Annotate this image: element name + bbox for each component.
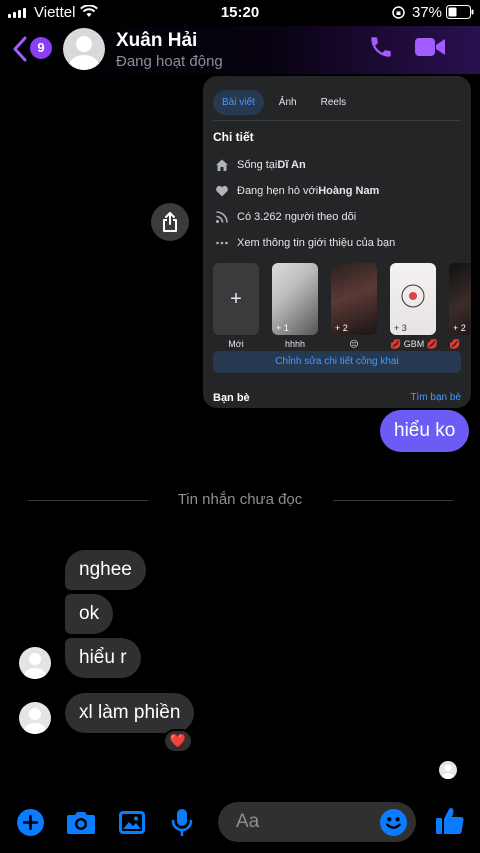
heart-reaction[interactable]: ❤️ [163, 729, 193, 753]
divider-line [333, 500, 453, 501]
chevron-left-icon [13, 36, 27, 62]
rss-icon [216, 211, 228, 223]
default-avatar-icon [442, 764, 454, 779]
share-icon [163, 212, 177, 232]
message-input-placeholder: Aa [236, 811, 260, 832]
home-icon [216, 159, 228, 171]
message-incoming[interactable]: nghee [65, 550, 146, 590]
details-heading: Chi tiết [213, 130, 254, 144]
edit-public-details-button[interactable]: Chỉnh sửa chi tiết công khai [213, 351, 461, 373]
default-avatar-icon [69, 36, 99, 70]
highlight-new[interactable]: + [213, 263, 259, 335]
highlight-3[interactable]: + 3 [390, 263, 436, 335]
detail-followers: Có 3.262 người theo dõi [215, 210, 356, 224]
story-highlights: + + 1 + 2 + 3 + 2 [213, 263, 471, 335]
orientation-lock-icon [392, 6, 405, 19]
highlight-2[interactable]: + 2 [331, 263, 377, 335]
plus-icon: + [230, 288, 242, 310]
chat-header: 9 Xuân Hải Đang hoạt động [0, 26, 480, 74]
message-incoming[interactable]: hiểu r [65, 638, 141, 678]
default-avatar-icon [24, 653, 46, 679]
tab-posts[interactable]: Bài viết [213, 90, 264, 115]
tab-photos[interactable]: Ảnh [270, 90, 306, 115]
highlight-4[interactable]: + 2 [449, 263, 471, 335]
detail-relationship: Đang hẹn hò với Hoàng Nam [215, 184, 379, 198]
highlight-label: Mới [228, 339, 244, 349]
profile-tabs: Bài viết Ảnh Reels [213, 90, 355, 115]
battery-icon [446, 5, 474, 19]
divider [213, 120, 461, 121]
highlight-label: 💋 GBM 💋 [390, 339, 438, 349]
heart-icon [216, 185, 228, 197]
gbm-logo [401, 284, 425, 308]
detail-lives-in: Sống tại Dĩ An [215, 158, 306, 172]
thumbs-up-icon[interactable] [435, 806, 465, 836]
tab-reels[interactable]: Reels [312, 90, 356, 115]
emoji-icon[interactable] [380, 809, 407, 836]
detail-about-link[interactable]: Xem thông tin giới thiệu của bạn [215, 236, 395, 250]
find-friends-link[interactable]: Tìm bạn bè [410, 392, 461, 403]
share-button[interactable] [151, 203, 189, 241]
gallery-icon[interactable] [118, 810, 146, 835]
highlight-label: 😔 [349, 339, 359, 349]
plus-circle-icon[interactable] [17, 809, 44, 836]
highlight-label: hhhh [284, 339, 306, 349]
contact-avatar[interactable] [63, 28, 105, 70]
default-avatar-icon [24, 708, 46, 734]
highlight-label: 💋 [449, 339, 461, 349]
video-call-icon[interactable] [414, 34, 446, 60]
phone-icon[interactable] [368, 34, 394, 60]
contact-status: Đang hoạt động [116, 53, 223, 70]
unread-count-badge: 9 [30, 37, 52, 59]
sender-avatar[interactable] [19, 647, 51, 679]
message-outgoing[interactable]: hiểu ko [380, 410, 470, 452]
sender-avatar[interactable] [19, 702, 51, 734]
seen-avatar [439, 761, 457, 779]
clock: 15:20 [220, 4, 260, 21]
battery-percent: 37% [411, 4, 442, 21]
friends-heading: Bạn bè [213, 392, 250, 404]
status-bar: Viettel 15:20 37% [0, 0, 480, 26]
more-icon [216, 241, 228, 245]
camera-icon[interactable] [66, 810, 96, 835]
contact-name[interactable]: Xuân Hải [116, 30, 197, 52]
message-composer: Aa [0, 790, 480, 853]
message-incoming[interactable]: ok [65, 594, 114, 634]
message-input[interactable]: Aa [218, 802, 416, 842]
message-incoming[interactable]: xl làm phiền [65, 693, 195, 733]
microphone-icon[interactable] [171, 808, 193, 836]
highlight-1[interactable]: + 1 [272, 263, 318, 335]
shared-profile-card[interactable]: Bài viết Ảnh Reels Chi tiết Sống tại Dĩ … [203, 76, 471, 408]
